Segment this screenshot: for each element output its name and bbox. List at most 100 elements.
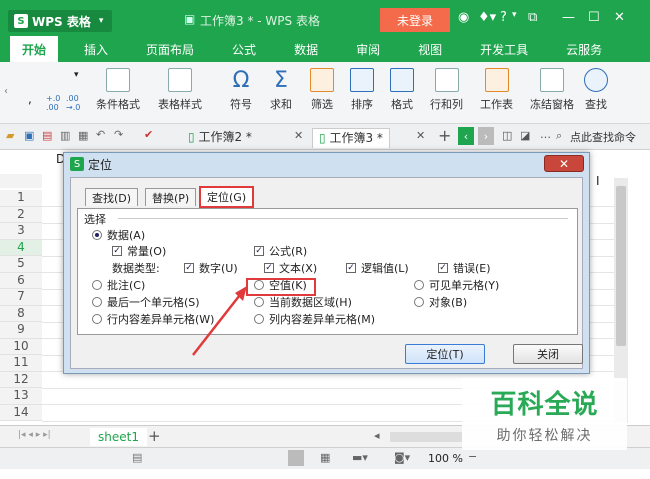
- comma-style-icon[interactable]: ,: [28, 92, 32, 106]
- option-comment[interactable]: 批注(C): [92, 277, 145, 293]
- scroll-right-icon[interactable]: ›: [478, 127, 494, 145]
- find-button[interactable]: 查找: [584, 68, 608, 112]
- row-header[interactable]: 14: [0, 404, 42, 421]
- row-header[interactable]: 13: [0, 388, 42, 405]
- skin-icon[interactable]: ◉: [458, 10, 469, 25]
- scrollbar-thumb[interactable]: [616, 186, 626, 346]
- redo-icon[interactable]: ↷: [114, 128, 123, 141]
- tab-view[interactable]: 视图: [406, 36, 454, 62]
- option-current-region[interactable]: 当前数据区域(H): [254, 294, 352, 310]
- zoom-out-icon[interactable]: −: [468, 450, 477, 463]
- row-header[interactable]: 9: [0, 322, 42, 339]
- sum-button[interactable]: Σ 求和: [270, 68, 292, 112]
- page-break-view-icon[interactable]: ▬▾: [352, 451, 368, 464]
- maximize-icon[interactable]: ☐: [588, 10, 600, 25]
- zoom-level[interactable]: 100 %: [428, 452, 463, 465]
- new-tab-icon[interactable]: +: [438, 126, 451, 145]
- undo-icon[interactable]: ↶: [96, 128, 105, 141]
- dialog-close-button[interactable]: ✕: [544, 155, 584, 172]
- restore-icon[interactable]: ⧉: [528, 10, 537, 25]
- app-menu-button[interactable]: S WPS 表格 ▾: [8, 10, 112, 32]
- number-format-dropdown[interactable]: ▾: [74, 70, 79, 80]
- close-icon[interactable]: ✕: [614, 10, 625, 25]
- tab-cloud[interactable]: 云服务: [554, 36, 614, 62]
- option-error[interactable]: ✓ 错误(E): [438, 260, 491, 276]
- row-header[interactable]: 10: [0, 338, 42, 355]
- tab-developer[interactable]: 开发工具: [468, 36, 540, 62]
- more-icon[interactable]: …: [540, 128, 551, 141]
- print-icon[interactable]: ▥: [60, 129, 70, 142]
- format-button[interactable]: 格式: [390, 68, 414, 112]
- tab-insert[interactable]: 插入: [72, 36, 120, 62]
- tab-page-layout[interactable]: 页面布局: [134, 36, 206, 62]
- tab-goto[interactable]: 定位(G): [199, 186, 255, 208]
- row-header[interactable]: 12: [0, 371, 42, 388]
- open-folder-icon[interactable]: ▰: [6, 129, 14, 142]
- freeze-panes-button[interactable]: 冻结窗格: [530, 68, 574, 112]
- row-header[interactable]: 5: [0, 256, 42, 273]
- first-sheet-icon[interactable]: |◂ ◂ ▸ ▸|: [18, 430, 51, 440]
- row-col-button[interactable]: 行和列: [430, 68, 463, 112]
- table-style-button[interactable]: 表格样式: [158, 68, 202, 112]
- tab-replace[interactable]: 替换(P): [145, 188, 197, 206]
- option-last-cell[interactable]: 最后一个单元格(S): [92, 294, 200, 310]
- option-formula[interactable]: ✓ 公式(R): [254, 243, 307, 259]
- scroll-left-icon[interactable]: ‹: [458, 127, 474, 145]
- dialog-title-bar[interactable]: S 定位: [64, 153, 589, 175]
- sheet-tab-sheet1[interactable]: sheet1: [90, 428, 147, 446]
- option-col-diff[interactable]: 列内容差异单元格(M): [254, 311, 375, 327]
- help-icon[interactable]: ?: [500, 10, 507, 25]
- export-pdf-icon[interactable]: ▤: [42, 129, 52, 142]
- row-header[interactable]: 11: [0, 355, 42, 372]
- goto-button[interactable]: 定位(T): [405, 344, 485, 364]
- normal-view-icon[interactable]: [288, 450, 304, 466]
- filter-button[interactable]: 筛选: [310, 68, 334, 112]
- save-icon[interactable]: ▣: [24, 129, 34, 142]
- column-header-i[interactable]: I: [596, 174, 600, 188]
- row-header[interactable]: 4: [0, 239, 42, 256]
- doc-tab-workbook2[interactable]: ▯ 工作簿2 *: [188, 128, 252, 148]
- tab-review[interactable]: 审阅: [344, 36, 392, 62]
- symbol-button[interactable]: Ω 符号: [230, 68, 252, 112]
- tab-find[interactable]: 查找(D): [85, 188, 139, 206]
- tab-home[interactable]: 开始: [10, 36, 59, 62]
- option-visible-cells[interactable]: 可见单元格(Y): [414, 277, 499, 293]
- print-preview-icon[interactable]: ▦: [78, 129, 88, 142]
- option-text[interactable]: ✓ 文本(X): [264, 260, 317, 276]
- row-header[interactable]: 3: [0, 223, 42, 240]
- increase-decimal-icon[interactable]: +.0 .00: [46, 94, 60, 112]
- tab-manager-icon[interactable]: ◫: [502, 129, 512, 142]
- row-header[interactable]: 7: [0, 289, 42, 306]
- doc-tab-workbook3[interactable]: ▯ 工作簿3 *: [312, 128, 390, 148]
- close-tab-icon[interactable]: ✕: [294, 129, 303, 142]
- hscroll-left-icon[interactable]: ◂: [374, 429, 380, 442]
- shirt-icon[interactable]: ♦▾: [478, 10, 496, 25]
- chevron-down-icon[interactable]: ▾: [512, 10, 517, 20]
- conditional-format-button[interactable]: 条件格式: [96, 68, 140, 112]
- close-button[interactable]: 关闭: [513, 344, 583, 364]
- tab-formula[interactable]: 公式: [220, 36, 268, 62]
- tab-data[interactable]: 数据: [282, 36, 330, 62]
- command-search[interactable]: 点此查找命令: [570, 129, 636, 145]
- tab-list-icon[interactable]: ◪: [520, 129, 530, 142]
- read-mode-icon[interactable]: ◙▾: [394, 451, 410, 464]
- page-layout-view-icon[interactable]: ▦: [320, 451, 330, 464]
- decrease-decimal-icon[interactable]: .00 →.0: [66, 94, 80, 112]
- option-number[interactable]: ✓ 数字(U): [184, 260, 238, 276]
- horizontal-scrollbar[interactable]: [390, 432, 462, 442]
- macro-record-icon[interactable]: ▤: [132, 451, 142, 464]
- row-header[interactable]: 2: [0, 206, 42, 223]
- chevron-left-icon[interactable]: ‹: [4, 86, 8, 97]
- row-header[interactable]: 8: [0, 305, 42, 322]
- option-constant[interactable]: ✓ 常量(O): [112, 243, 166, 259]
- sort-button[interactable]: 排序: [350, 68, 374, 112]
- worksheet-button[interactable]: 工作表: [480, 68, 513, 112]
- option-logical[interactable]: ✓ 逻辑值(L): [346, 260, 409, 276]
- row-header[interactable]: 6: [0, 272, 42, 289]
- close-tab-icon[interactable]: ✕: [416, 129, 425, 142]
- option-data[interactable]: 数据(A): [92, 227, 145, 243]
- format-painter-icon[interactable]: ✔: [144, 128, 153, 141]
- row-header[interactable]: 1: [0, 190, 42, 207]
- select-all-corner[interactable]: [0, 174, 42, 188]
- search-icon[interactable]: ⌕: [556, 129, 562, 143]
